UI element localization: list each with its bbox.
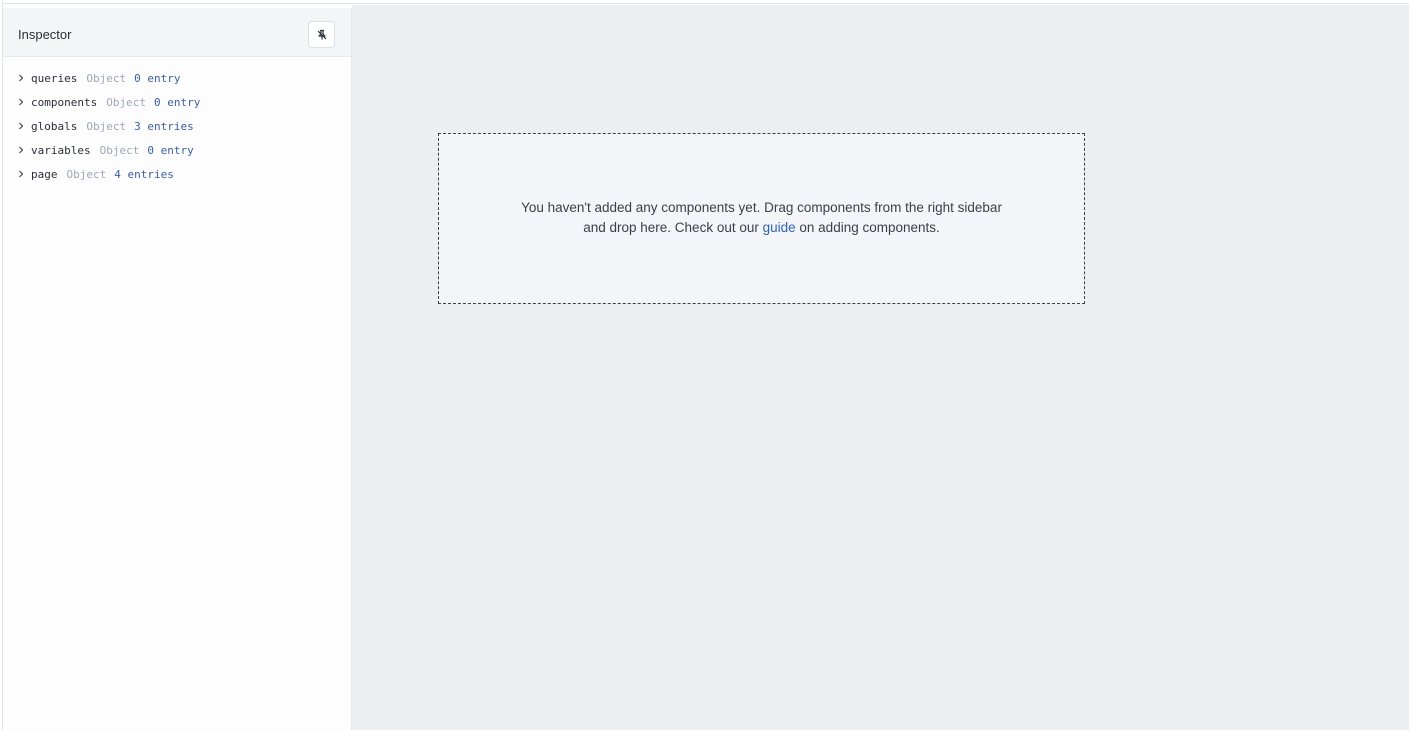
tree-item-count: 3 entries	[134, 119, 194, 133]
chevron-right-icon	[15, 72, 27, 84]
chevron-right-icon	[15, 96, 27, 108]
pin-off-icon	[317, 29, 326, 39]
chevron-right-icon	[15, 144, 27, 156]
tree-item-components[interactable]: components Object 0 entry	[16, 90, 346, 114]
tree-item-type: Object	[99, 143, 140, 157]
tree-item-variables[interactable]: variables Object 0 entry	[16, 138, 346, 162]
tree-item-type: Object	[66, 167, 107, 181]
tree-item-type: Object	[86, 71, 127, 85]
tree-item-count: 4 entries	[114, 167, 174, 181]
chevron-right-icon	[15, 120, 27, 132]
tree-item-count: 0 entry	[134, 71, 181, 85]
component-dropzone[interactable]: You haven't added any components yet. Dr…	[438, 133, 1085, 304]
inspector-panel: Inspector queries Object 0 entry compone…	[3, 8, 352, 730]
guide-link[interactable]: guide	[763, 220, 796, 235]
top-border	[0, 0, 1409, 4]
tree-item-key: globals	[31, 119, 78, 133]
empty-message-line-3: on adding components.	[795, 219, 940, 235]
tree-item-type: Object	[86, 119, 127, 133]
app-window: Inspector queries Object 0 entry compone…	[0, 0, 1409, 730]
tree-item-key: variables	[31, 143, 91, 157]
inspector-tree: queries Object 0 entry components Object…	[16, 66, 346, 186]
empty-canvas-message: You haven't added any components yet. Dr…	[492, 198, 1032, 238]
tree-item-type: Object	[106, 95, 146, 109]
tree-item-globals[interactable]: globals Object 3 entries	[16, 114, 346, 138]
tree-item-key: queries	[31, 71, 78, 85]
tree-item-count: 0 entry	[147, 143, 194, 157]
inspector-header: Inspector	[3, 8, 351, 57]
tree-item-queries[interactable]: queries Object 0 entry	[16, 66, 346, 90]
tree-item-page[interactable]: page Object 4 entries	[16, 162, 346, 186]
tree-item-key: page	[31, 167, 58, 181]
unpin-button[interactable]	[308, 21, 335, 48]
tree-item-key: components	[31, 95, 98, 109]
inspector-title: Inspector	[18, 27, 72, 42]
empty-message-line-1: You haven't added any components yet. Dr…	[521, 199, 1002, 215]
chevron-right-icon	[15, 168, 27, 180]
empty-message-line-2: and drop here. Check out our	[583, 219, 763, 235]
editor-canvas[interactable]: You haven't added any components yet. Dr…	[352, 5, 1409, 730]
tree-item-count: 0 entry	[153, 95, 201, 109]
